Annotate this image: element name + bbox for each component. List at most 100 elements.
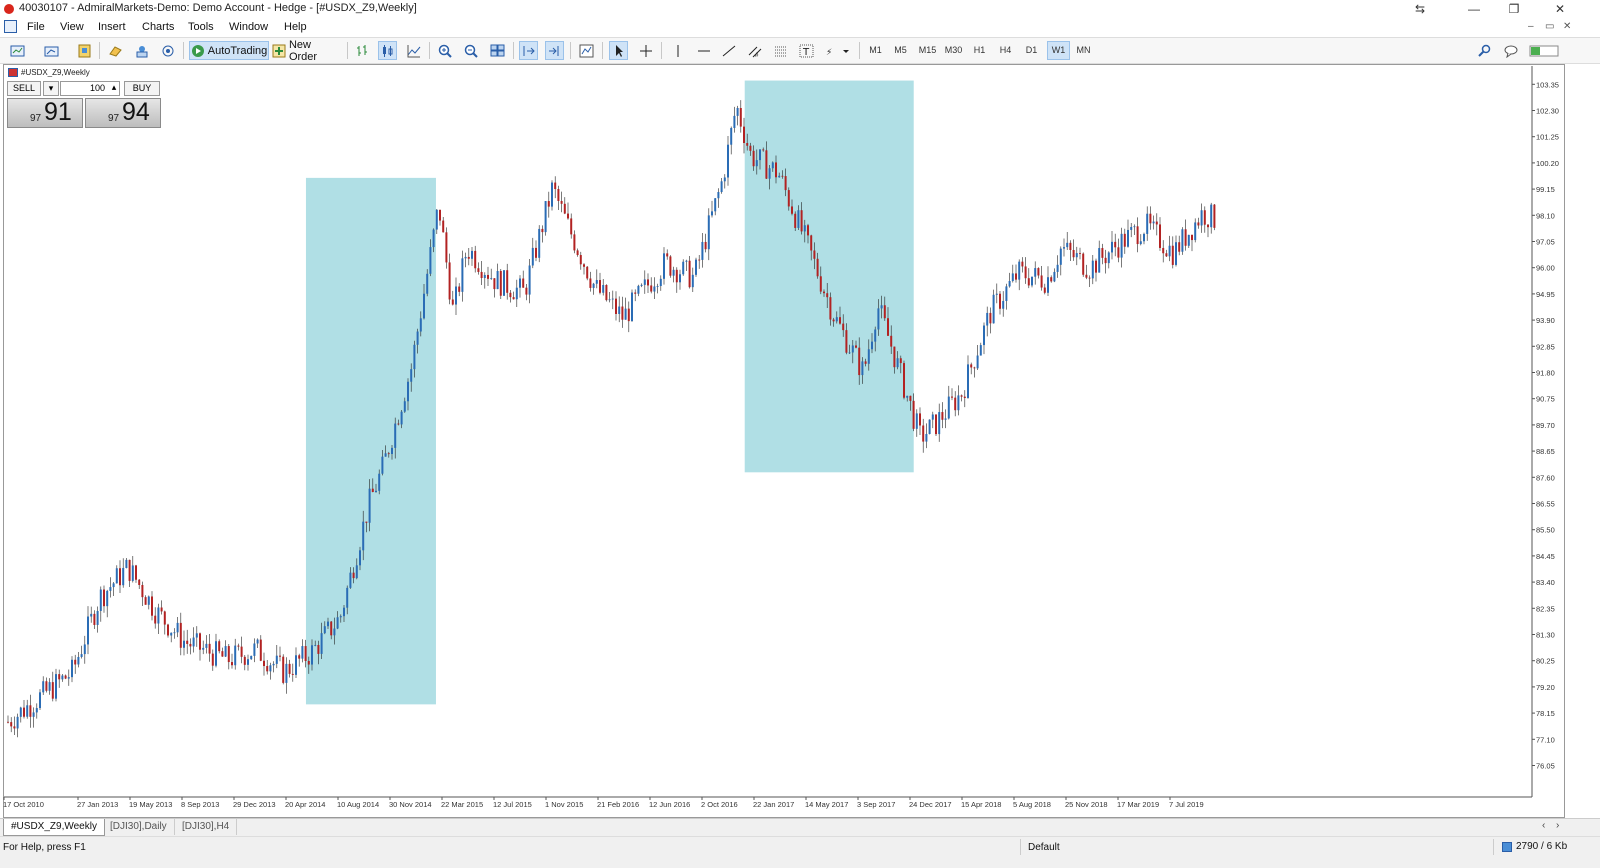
quantity-increase-icon[interactable]: ▴: [108, 81, 120, 96]
candle: [970, 364, 973, 368]
price-tick-label: 96.00: [1536, 264, 1555, 273]
candle: [208, 643, 211, 654]
candle: [432, 229, 435, 248]
candle: [842, 323, 845, 331]
tab-dji30-daily[interactable]: [DJI30],Daily: [103, 819, 175, 835]
candle: [199, 633, 201, 650]
time-tick-label: 7 Jul 2019: [1169, 800, 1204, 809]
candle: [55, 674, 57, 699]
price-tick-label: 79.20: [1536, 683, 1555, 692]
price-chart[interactable]: 103.35 102.30 101.25 100.20 99.15 98.10 97.05 9…: [0, 0, 1600, 818]
candle: [666, 253, 669, 257]
candle: [29, 705, 32, 717]
candle: [103, 589, 105, 607]
candle: [128, 559, 131, 581]
candle: [944, 418, 947, 420]
candle: [602, 284, 605, 293]
candle: [720, 181, 723, 193]
tab-usdx-weekly[interactable]: #USDX_Z9,Weekly: [3, 819, 105, 836]
price-tick-label: 102.30: [1536, 107, 1559, 116]
candle: [947, 396, 950, 419]
candle: [83, 644, 86, 655]
candle: [867, 349, 870, 364]
candle: [912, 400, 915, 429]
candle: [61, 675, 64, 680]
candle: [227, 646, 230, 663]
candle: [301, 646, 304, 659]
candle: [903, 363, 905, 398]
status-separator: [1493, 839, 1494, 855]
candle: [419, 318, 422, 332]
candle: [333, 628, 336, 636]
price-tick-label: 97.05: [1536, 238, 1555, 247]
candle: [423, 293, 425, 319]
candle: [775, 162, 777, 178]
candle: [979, 345, 982, 356]
candle: [736, 107, 739, 116]
candle: [71, 659, 73, 678]
candle: [51, 682, 54, 699]
price-tick-label: 85.50: [1536, 526, 1555, 535]
buy-price-button[interactable]: 97 94: [85, 98, 161, 128]
candle: [599, 280, 601, 293]
candle: [919, 413, 921, 426]
price-tick-label: 77.10: [1536, 735, 1555, 744]
candle: [503, 270, 505, 296]
candle: [778, 175, 781, 178]
candle: [743, 126, 745, 144]
status-profile: Default: [1028, 842, 1060, 853]
candle: [855, 345, 857, 348]
candle: [487, 274, 489, 279]
candle: [707, 215, 710, 250]
tab-scroll-right-icon[interactable]: ›: [1556, 820, 1559, 831]
candle: [106, 590, 109, 607]
candle: [928, 419, 931, 435]
status-help-text: For Help, press F1: [3, 842, 86, 853]
candle: [157, 607, 160, 624]
candle: [1133, 226, 1136, 228]
candle: [1072, 249, 1075, 258]
sell-button[interactable]: SELL: [7, 81, 41, 96]
tab-dji30-h4[interactable]: [DJI30],H4: [175, 819, 238, 835]
candle: [525, 287, 528, 295]
candle: [592, 283, 595, 288]
candle: [839, 317, 841, 324]
candle: [951, 396, 953, 398]
candle: [1123, 233, 1126, 247]
candle: [179, 622, 182, 648]
one-click-trading-panel: SELL ▾ 100 ▴ BUY 97 91 97 94: [7, 81, 161, 128]
candle: [471, 250, 473, 259]
candle: [480, 271, 483, 278]
candle: [250, 655, 253, 660]
status-network[interactable]: 2790 / 6 Kb: [1502, 841, 1567, 852]
candle: [861, 361, 864, 376]
candle: [685, 260, 688, 262]
candle: [496, 271, 499, 290]
candle: [39, 692, 41, 709]
buy-button[interactable]: BUY: [124, 81, 160, 96]
candle: [115, 568, 118, 584]
candle: [314, 644, 317, 646]
candle: [589, 278, 592, 288]
quantity-decrease-icon[interactable]: ▾: [43, 81, 59, 96]
candle: [1098, 248, 1101, 273]
candle: [416, 331, 419, 345]
sell-price-button[interactable]: 97 91: [7, 98, 83, 128]
candle: [570, 218, 573, 235]
candle: [563, 203, 566, 214]
candle: [1037, 268, 1040, 276]
candle: [7, 721, 9, 723]
candle: [93, 613, 96, 625]
candle: [455, 286, 457, 305]
candle: [643, 279, 646, 285]
candle: [1168, 245, 1171, 257]
time-tick-label: 8 Sep 2013: [181, 800, 219, 809]
candle: [624, 308, 627, 320]
tab-scroll-left-icon[interactable]: ‹: [1542, 820, 1545, 831]
candle: [464, 256, 467, 259]
price-tick-label: 89.70: [1536, 421, 1555, 430]
time-tick-label: 21 Feb 2016: [597, 800, 639, 809]
candle: [64, 675, 67, 679]
time-tick-label: 3 Sep 2017: [857, 800, 895, 809]
candle: [704, 241, 707, 250]
